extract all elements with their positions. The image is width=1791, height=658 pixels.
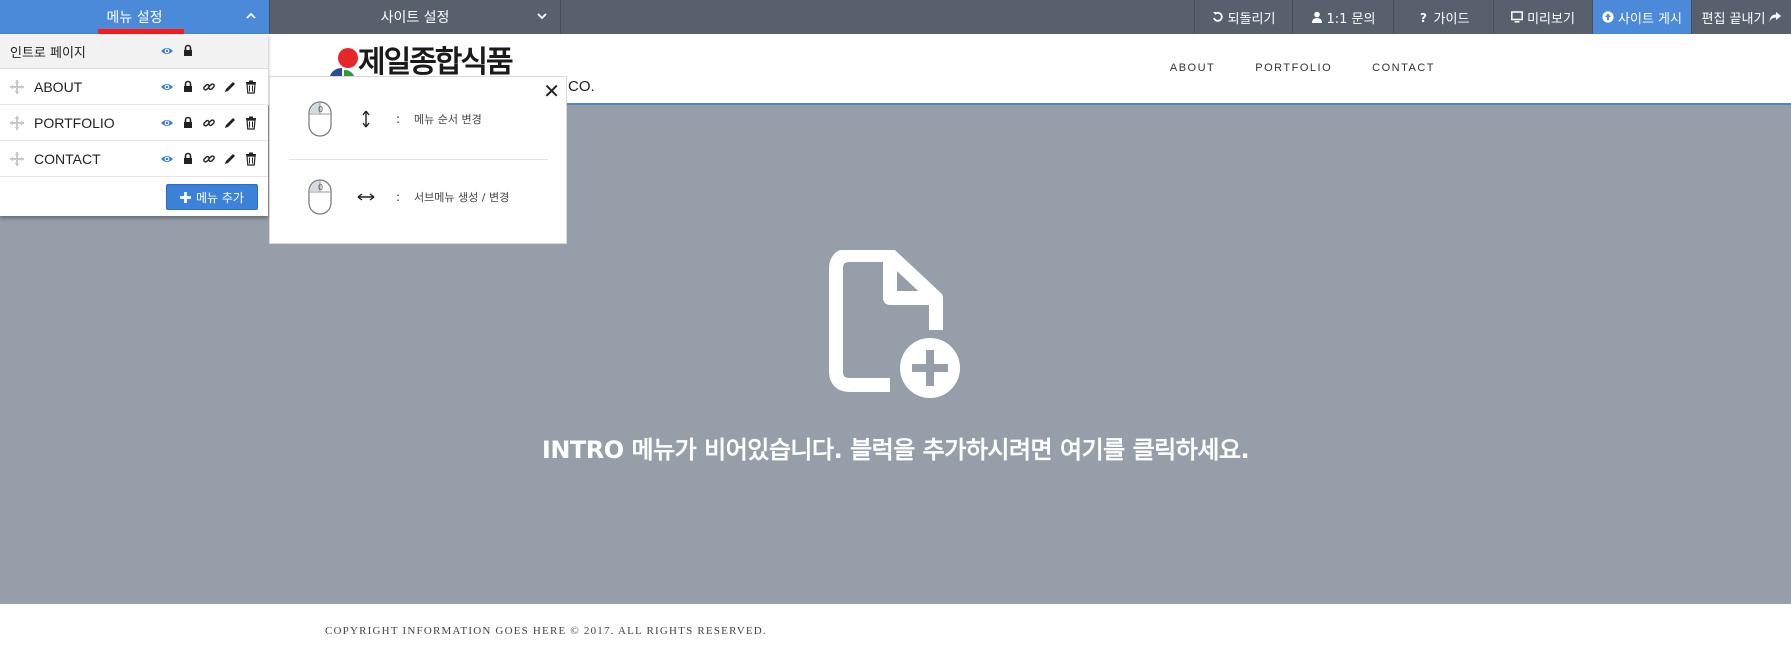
inquiry-label: 1:1 문의	[1326, 11, 1376, 27]
eye-icon[interactable]	[160, 152, 174, 166]
logo-text: 제일종합식품	[358, 45, 514, 80]
drag-handle-icon[interactable]	[10, 80, 24, 94]
monitor-icon	[1511, 11, 1524, 23]
tab-site-settings-label: 사이트 설정	[380, 10, 450, 26]
svg-text:0: 0	[318, 105, 323, 114]
tab-site-settings[interactable]: 사이트 설정	[270, 0, 561, 34]
pencil-icon[interactable]	[223, 116, 237, 130]
help-colon: :	[396, 190, 401, 204]
preview-button[interactable]: 미리보기	[1493, 0, 1592, 34]
link-icon[interactable]	[202, 152, 216, 166]
publish-site-label: 사이트 게시	[1618, 11, 1682, 27]
site-nav: ABOUT PORTFOLIO CONTACT	[1170, 62, 1435, 74]
menu-item-actions	[160, 116, 258, 130]
pencil-icon[interactable]	[223, 80, 237, 94]
undo-label: 되돌리기	[1227, 11, 1276, 27]
menu-settings-panel: 인트로 페이지 ABOUT PORTFOLIO CONTACT 메뉴 추가	[0, 34, 268, 216]
finish-editing-label: 편집 끝내기	[1701, 11, 1766, 27]
chevron-down-icon	[537, 13, 547, 20]
horizontal-arrows-icon	[357, 193, 375, 201]
add-menu-label: 메뉴 추가	[196, 190, 244, 205]
preview-label: 미리보기	[1527, 11, 1575, 27]
eye-icon[interactable]	[160, 80, 174, 94]
lock-icon[interactable]	[181, 80, 195, 94]
menu-item-contact[interactable]: CONTACT	[0, 141, 268, 177]
add-menu-button[interactable]: 메뉴 추가	[166, 184, 258, 210]
eye-icon[interactable]	[160, 116, 174, 130]
share-arrow-icon	[1769, 12, 1782, 22]
mouse-drag-vertical-icon: 0	[308, 101, 332, 137]
help-row-submenu: 0 : 서브메뉴 생성 / 변경	[308, 179, 509, 215]
site-footer: COPYRIGHT INFORMATION GOES HERE © 2017. …	[0, 604, 1791, 658]
help-row-reorder: 0 : 메뉴 순서 변경	[308, 101, 482, 137]
trash-icon[interactable]	[244, 80, 258, 94]
copyright-text: COPYRIGHT INFORMATION GOES HERE © 2017. …	[325, 625, 767, 637]
tab-menu-settings[interactable]: 메뉴 설정	[0, 0, 270, 34]
link-icon[interactable]	[202, 116, 216, 130]
menu-item-actions	[160, 80, 258, 94]
eye-icon[interactable]	[160, 44, 174, 58]
menu-item-label: ABOUT	[34, 78, 83, 95]
question-icon: ?	[1420, 11, 1427, 23]
tab-menu-settings-label: 메뉴 설정	[106, 10, 163, 26]
pencil-icon[interactable]	[223, 152, 237, 166]
mouse-drag-horizontal-icon: 0	[308, 179, 332, 215]
nav-item-portfolio[interactable]: PORTFOLIO	[1255, 62, 1332, 74]
menu-help-popup: ✕ 0 : 메뉴 순서 변경 0 : 서브메뉴 생성 / 변경	[269, 76, 567, 244]
nav-item-contact[interactable]: CONTACT	[1372, 62, 1435, 74]
upload-circle-icon	[1602, 11, 1614, 23]
menu-item-about[interactable]: ABOUT	[0, 69, 268, 105]
drag-handle-icon[interactable]	[10, 152, 24, 166]
nav-item-about[interactable]: ABOUT	[1170, 62, 1215, 74]
logo-suffix: CO.	[568, 78, 595, 95]
file-add-icon	[829, 250, 960, 398]
link-icon[interactable]	[202, 80, 216, 94]
help-divider	[289, 159, 548, 160]
intro-page-label: 인트로 페이지	[10, 45, 86, 61]
help-colon: :	[396, 112, 401, 126]
publish-site-button[interactable]: 사이트 게시	[1592, 0, 1691, 34]
close-icon[interactable]: ✕	[543, 79, 560, 103]
drag-handle-icon[interactable]	[10, 116, 24, 130]
trash-icon[interactable]	[244, 152, 258, 166]
user-icon	[1311, 11, 1322, 23]
empty-message: INTRO 메뉴가 비어있습니다. 블럭을 추가하시려면 여기를 클릭하세요.	[541, 436, 1250, 464]
menu-item-label: CONTACT	[34, 150, 101, 167]
undo-button[interactable]: 되돌리기	[1194, 0, 1292, 34]
undo-icon	[1212, 11, 1223, 22]
guide-button[interactable]: ? 가이드	[1393, 0, 1493, 34]
intro-page-row[interactable]: 인트로 페이지	[0, 34, 268, 69]
chevron-up-icon	[246, 12, 256, 19]
submenu-help-label: 서브메뉴 생성 / 변경	[414, 191, 510, 204]
top-toolbar: 메뉴 설정 사이트 설정 되돌리기 1:1 문의 ? 가이드 미리보기 사이트 …	[0, 0, 1791, 34]
menu-item-portfolio[interactable]: PORTFOLIO	[0, 105, 268, 141]
svg-text:0: 0	[318, 183, 323, 192]
lock-icon[interactable]	[181, 152, 195, 166]
guide-label: 가이드	[1433, 11, 1470, 27]
reorder-help-label: 메뉴 순서 변경	[414, 113, 482, 126]
svg-text:?: ?	[1420, 11, 1427, 23]
menu-item-actions	[160, 152, 258, 166]
lock-icon[interactable]	[181, 116, 195, 130]
lock-icon[interactable]	[181, 44, 195, 58]
plus-icon	[180, 191, 191, 203]
trash-icon[interactable]	[244, 116, 258, 130]
inquiry-button[interactable]: 1:1 문의	[1292, 0, 1393, 34]
finish-editing-button[interactable]: 편집 끝내기	[1691, 0, 1791, 34]
vertical-arrows-icon	[362, 110, 370, 128]
menu-item-label: PORTFOLIO	[34, 114, 115, 131]
intro-row-actions	[160, 44, 195, 58]
